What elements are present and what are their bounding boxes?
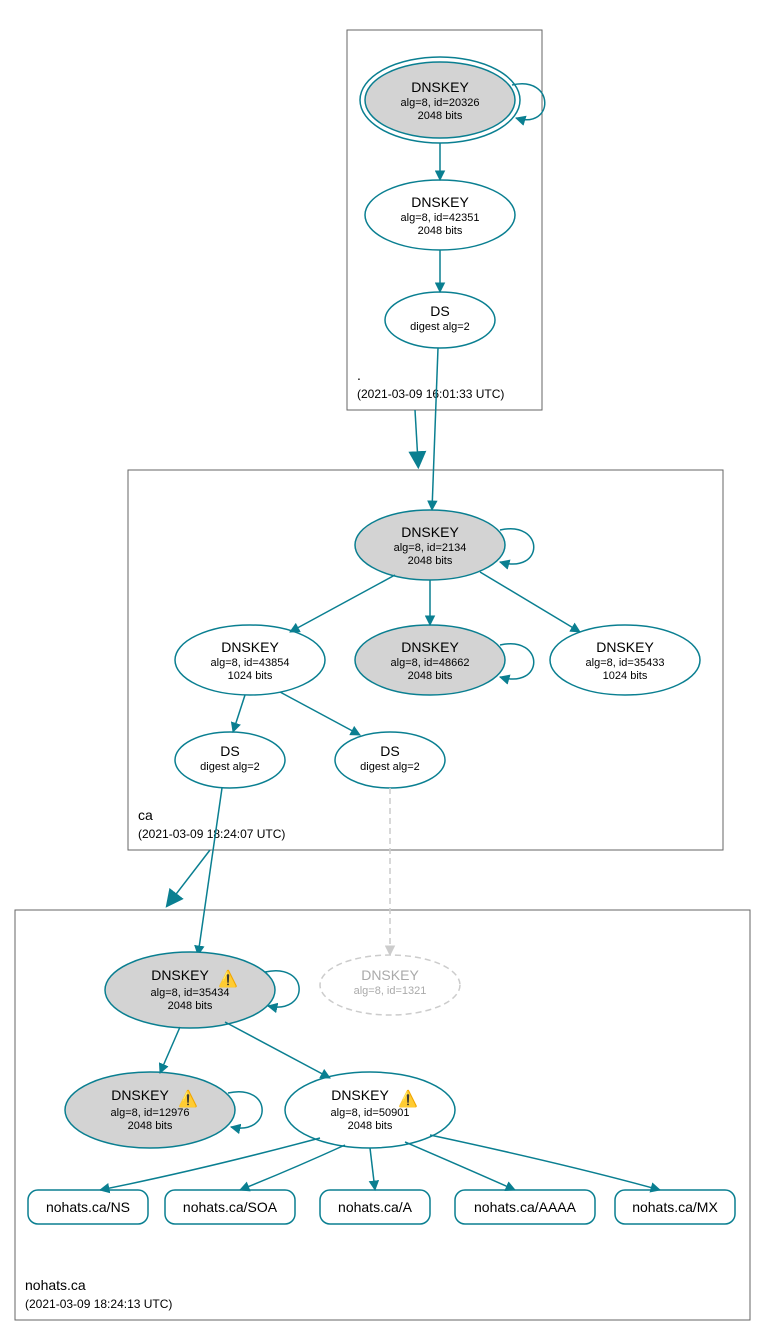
svg-text:alg=8, id=48662: alg=8, id=48662 [391,657,470,669]
node-rr-aaaa: nohats.ca/AAAA [455,1190,595,1224]
svg-text:DNSKEY: DNSKEY [361,967,419,983]
svg-text:2048 bits: 2048 bits [408,555,453,567]
edge-ca-ksk-zskl [290,575,395,632]
edge-ca-zskl-dsr [280,692,360,735]
node-ca-zsk-left: DNSKEY alg=8, id=43854 1024 bits [175,625,325,695]
svg-text:DNSKEY: DNSKEY [411,79,469,95]
svg-text:digest alg=2: digest alg=2 [410,321,470,333]
svg-text:DNSKEY: DNSKEY [151,967,209,983]
svg-text:2048 bits: 2048 bits [348,1120,393,1132]
node-ca-zsk-mid: DNSKEY alg=8, id=48662 2048 bits [355,625,505,695]
svg-text:DNSKEY: DNSKEY [331,1087,389,1103]
svg-text:alg=8, id=35433: alg=8, id=35433 [586,657,665,669]
svg-text:nohats.ca/NS: nohats.ca/NS [46,1199,130,1215]
svg-text:digest alg=2: digest alg=2 [360,761,420,773]
edge-zskr-aaaa [405,1142,515,1190]
svg-text:2048 bits: 2048 bits [168,1000,213,1012]
svg-text:DNSKEY: DNSKEY [111,1087,169,1103]
zone-time-nohats: (2021-03-09 18:24:13 UTC) [25,1297,172,1311]
warning-icon: ⚠️ [398,1089,418,1108]
svg-text:DNSKEY: DNSKEY [411,194,469,210]
svg-text:DNSKEY: DNSKEY [401,639,459,655]
svg-text:DNSKEY: DNSKEY [596,639,654,655]
node-ca-ksk: DNSKEY alg=8, id=2134 2048 bits [355,510,505,580]
edge-nh-ksk-zskl [160,1027,180,1073]
svg-text:2048 bits: 2048 bits [128,1120,173,1132]
zone-label-ca: ca [138,807,153,823]
svg-text:digest alg=2: digest alg=2 [200,761,260,773]
edge-nh-ksk-zskr [225,1022,330,1078]
zone-time-ca: (2021-03-09 18:24:07 UTC) [138,827,285,841]
zone-label-nohats: nohats.ca [25,1277,86,1293]
svg-text:2048 bits: 2048 bits [418,225,463,237]
node-rr-soa: nohats.ca/SOA [165,1190,295,1224]
node-rr-mx: nohats.ca/MX [615,1190,735,1224]
node-ca-zsk-right: DNSKEY alg=8, id=35433 1024 bits [550,625,700,695]
node-root-ds: DS digest alg=2 [385,292,495,348]
zone-label-root: . [357,367,361,383]
svg-text:nohats.ca/A: nohats.ca/A [338,1199,413,1215]
svg-text:nohats.ca/SOA: nohats.ca/SOA [183,1199,278,1215]
svg-text:DNSKEY: DNSKEY [221,639,279,655]
svg-text:2048 bits: 2048 bits [408,670,453,682]
edge-zskr-mx [430,1135,660,1190]
svg-text:2048 bits: 2048 bits [418,110,463,122]
svg-text:DS: DS [430,303,449,319]
node-ca-ds-right: DS digest alg=2 [335,732,445,788]
edge-ca-ksk-zskr [480,572,580,632]
svg-text:alg=8, id=42351: alg=8, id=42351 [401,212,480,224]
edge-ca-dsl-nhksk [198,788,222,955]
zone-time-root: (2021-03-09 16:01:33 UTC) [357,387,504,401]
zone-arrow-root-ca [415,410,418,462]
edge-zskr-a [370,1148,375,1190]
svg-text:alg=8, id=43854: alg=8, id=43854 [211,657,290,669]
svg-text:alg=8, id=1321: alg=8, id=1321 [354,985,427,997]
node-rr-ns: nohats.ca/NS [28,1190,148,1224]
svg-text:alg=8, id=50901: alg=8, id=50901 [331,1107,410,1119]
warning-icon: ⚠️ [178,1089,198,1108]
svg-text:DNSKEY: DNSKEY [401,524,459,540]
edge-zskr-soa [240,1145,345,1190]
svg-text:alg=8, id=35434: alg=8, id=35434 [151,987,230,999]
warning-icon: ⚠️ [218,969,238,988]
node-nh-zsk-right: DNSKEY ⚠️ alg=8, id=50901 2048 bits [285,1072,455,1148]
svg-text:alg=8, id=2134: alg=8, id=2134 [394,542,467,554]
svg-text:nohats.ca/AAAA: nohats.ca/AAAA [474,1199,577,1215]
edge-ca-zskl-dsl [233,695,245,732]
node-nh-ksk: DNSKEY ⚠️ alg=8, id=35434 2048 bits [105,952,275,1028]
node-nh-zsk-left: DNSKEY ⚠️ alg=8, id=12976 2048 bits [65,1072,235,1148]
svg-text:DS: DS [220,743,239,759]
svg-text:1024 bits: 1024 bits [603,670,648,682]
svg-text:DS: DS [380,743,399,759]
svg-text:1024 bits: 1024 bits [228,670,273,682]
edge-root-ds-to-ca-ksk [432,348,438,510]
svg-text:nohats.ca/MX: nohats.ca/MX [632,1199,718,1215]
dnssec-diagram: . (2021-03-09 16:01:33 UTC) ca (2021-03-… [0,0,761,1323]
zone-arrow-ca-nohats [170,850,210,902]
node-rr-a: nohats.ca/A [320,1190,430,1224]
node-root-ksk: DNSKEY alg=8, id=20326 2048 bits [360,57,520,143]
node-ca-ds-left: DS digest alg=2 [175,732,285,788]
node-nh-missing: DNSKEY alg=8, id=1321 [320,955,460,1015]
node-root-zsk: DNSKEY alg=8, id=42351 2048 bits [365,180,515,250]
svg-text:alg=8, id=20326: alg=8, id=20326 [401,97,480,109]
svg-text:alg=8, id=12976: alg=8, id=12976 [111,1107,190,1119]
